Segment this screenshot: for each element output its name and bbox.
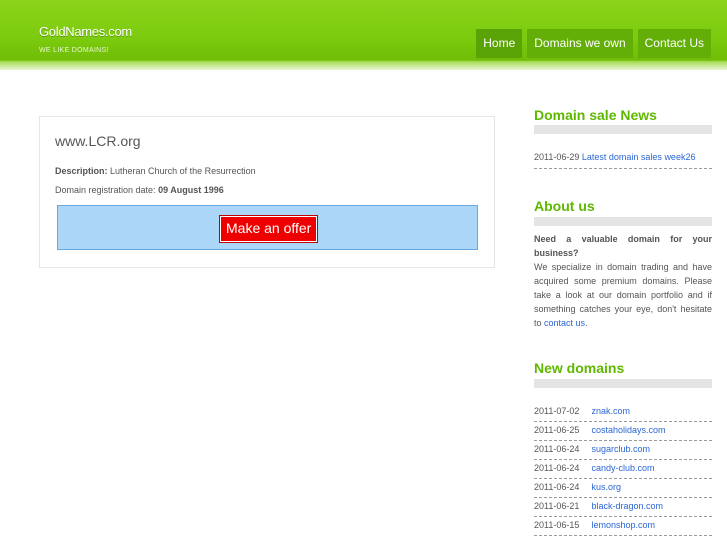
domain-date: 2011-06-15 bbox=[534, 520, 580, 530]
main-nav: Home Domains we own Contact Us bbox=[476, 29, 711, 58]
list-item: 2011-06-21 black-dragon.com bbox=[534, 498, 712, 517]
domain-description: Description: Lutheran Church of the Resu… bbox=[55, 166, 256, 176]
domain-link[interactable]: costaholidays.com bbox=[592, 425, 666, 435]
about-end: . bbox=[585, 318, 588, 328]
domain-link[interactable]: black-dragon.com bbox=[592, 501, 664, 511]
contact-us-link[interactable]: contact us bbox=[544, 318, 585, 328]
list-item: 2011-06-24 sugarclub.com bbox=[534, 441, 712, 460]
about-heading: About us bbox=[534, 198, 595, 214]
site-title[interactable]: GoldNames.com bbox=[39, 24, 132, 39]
description-text: Lutheran Church of the Resurrection bbox=[110, 166, 256, 176]
domain-date: 2011-06-24 bbox=[534, 482, 580, 492]
site-header: GoldNames.com WE LIKE DOMAINS! Home Doma… bbox=[0, 0, 727, 70]
domain-registration: Domain registration date: 09 August 1996 bbox=[55, 185, 224, 195]
site-tagline: WE LIKE DOMAINS! bbox=[39, 47, 109, 54]
news-link[interactable]: Latest domain sales week26 bbox=[582, 152, 696, 162]
domain-link[interactable]: sugarclub.com bbox=[592, 444, 651, 454]
domain-info-box: www.LCR.org Description: Lutheran Church… bbox=[39, 116, 495, 268]
nav-domains-we-own[interactable]: Domains we own bbox=[527, 29, 633, 58]
news-date: 2011-06-29 bbox=[534, 152, 580, 162]
list-item: 2011-07-02 znak.com bbox=[534, 403, 712, 422]
domain-name: www.LCR.org bbox=[55, 133, 141, 149]
domain-link[interactable]: znak.com bbox=[592, 406, 631, 416]
domain-date: 2011-06-24 bbox=[534, 463, 580, 473]
new-domains-heading-bar bbox=[534, 379, 712, 388]
list-item: 2011-06-24 kus.org bbox=[534, 479, 712, 498]
about-text: Need a valuable domain for your business… bbox=[534, 232, 712, 330]
about-bold: Need a valuable domain for your business… bbox=[534, 234, 712, 258]
make-offer-button[interactable]: Make an offer bbox=[220, 216, 318, 242]
offer-panel: Make an offer bbox=[57, 205, 478, 250]
list-item: 2011-06-15 lemonshop.com bbox=[534, 517, 712, 536]
description-label: Description: bbox=[55, 166, 108, 176]
domain-date: 2011-07-02 bbox=[534, 406, 580, 416]
nav-contact-us[interactable]: Contact Us bbox=[637, 29, 711, 58]
list-item: 2011-06-25 costaholidays.com bbox=[534, 422, 712, 441]
registration-date: 09 August 1996 bbox=[158, 185, 224, 195]
list-item: 2011-06-24 candy-club.com bbox=[534, 460, 712, 479]
news-heading: Domain sale News bbox=[534, 107, 657, 123]
nav-home[interactable]: Home bbox=[476, 29, 523, 58]
domain-link[interactable]: kus.org bbox=[592, 482, 622, 492]
domain-link[interactable]: lemonshop.com bbox=[592, 520, 656, 530]
new-domains-heading: New domains bbox=[534, 360, 625, 376]
domain-date: 2011-06-24 bbox=[534, 444, 580, 454]
domain-date: 2011-06-21 bbox=[534, 501, 580, 511]
domain-link[interactable]: candy-club.com bbox=[592, 463, 655, 473]
news-item: 2011-06-29 Latest domain sales week26 bbox=[534, 152, 712, 169]
news-heading-bar bbox=[534, 125, 712, 134]
new-domains-list: 2011-07-02 znak.com 2011-06-25 costaholi… bbox=[534, 403, 712, 536]
domain-date: 2011-06-25 bbox=[534, 425, 580, 435]
about-heading-bar bbox=[534, 217, 712, 226]
registration-label: Domain registration date: bbox=[55, 185, 156, 195]
